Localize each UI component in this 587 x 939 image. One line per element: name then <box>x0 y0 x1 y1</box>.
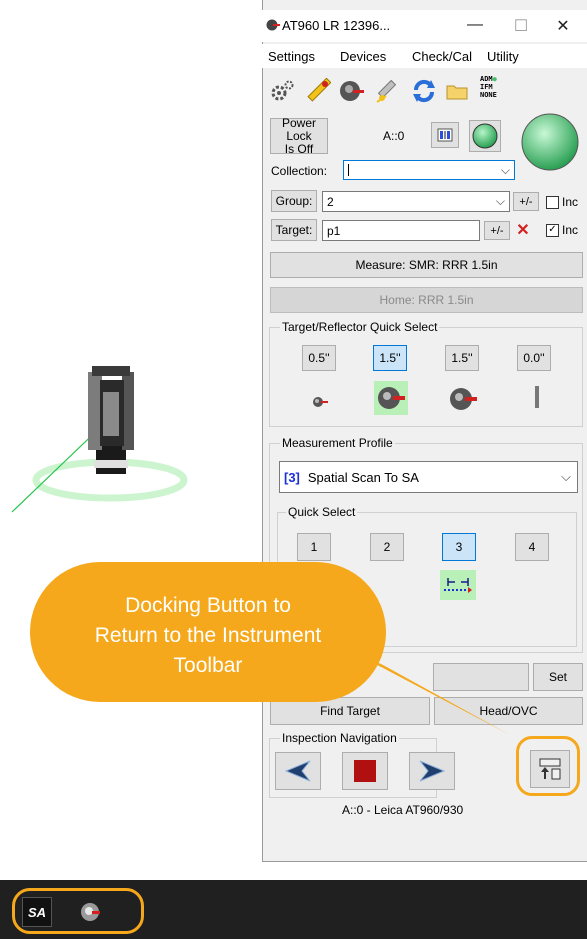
callout-tail <box>330 640 510 735</box>
callout-line2: Return to the Instrument <box>94 624 322 647</box>
taskbar-highlight <box>12 888 144 934</box>
callout-line1: Docking Button to <box>125 594 291 617</box>
callout-line3: Toolbar <box>173 654 243 677</box>
